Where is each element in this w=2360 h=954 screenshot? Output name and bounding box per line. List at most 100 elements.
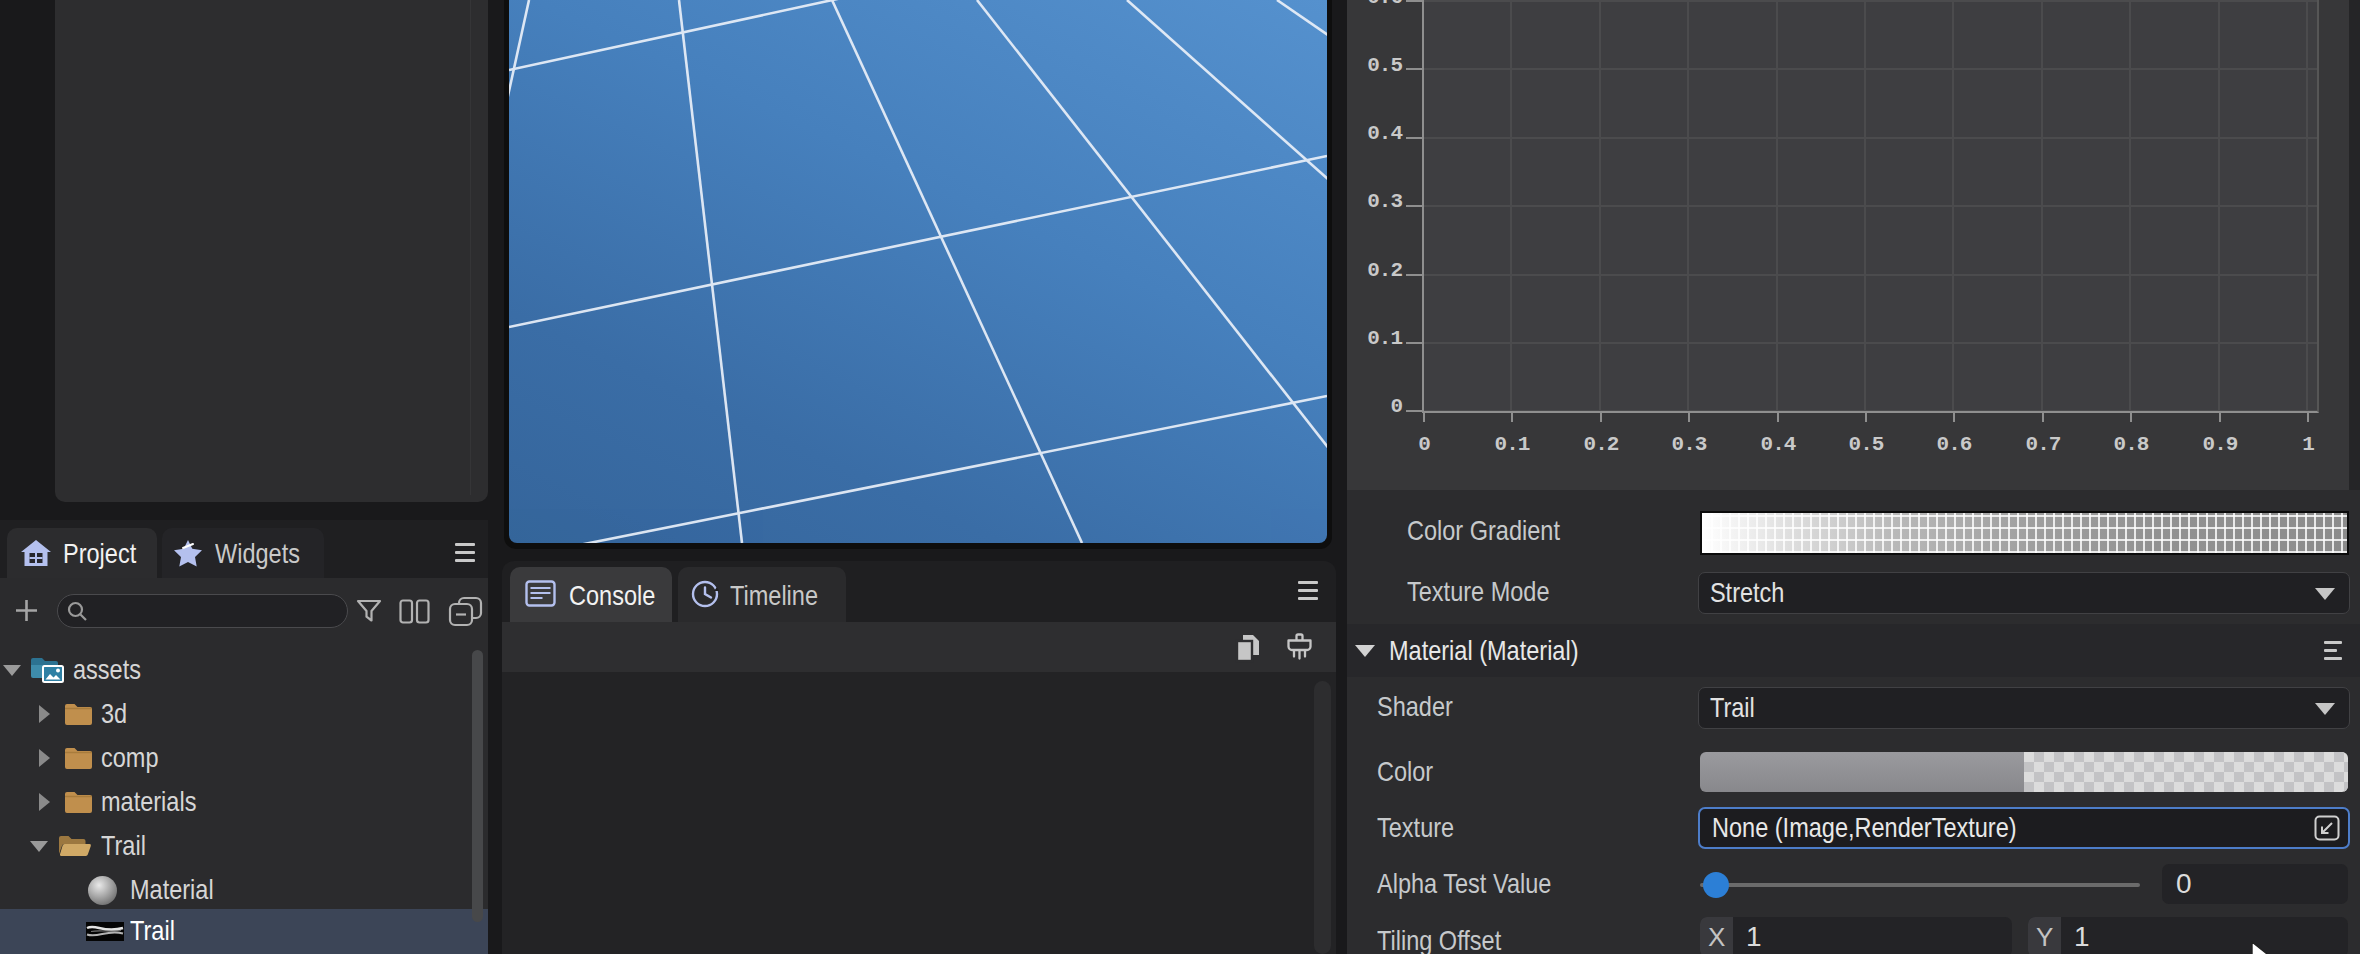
tree-item-material[interactable]: Material: [0, 868, 488, 912]
y-axis-ticks: [1406, 0, 1422, 412]
assets-scrollbar[interactable]: [472, 650, 483, 922]
tiling-x-value: 1: [1746, 917, 1762, 954]
tiling-x-prefix: X: [1700, 917, 1733, 954]
y-tick-label: 0.2: [1347, 260, 1402, 281]
folder-icon: [64, 790, 93, 813]
x-tick-label: 0.4: [1748, 434, 1808, 455]
mouse-cursor: [2250, 941, 2274, 954]
console-menu-icon[interactable]: [1298, 581, 1318, 600]
x-axis-ticks: [1423, 413, 2317, 422]
tree-item-trail-selected[interactable]: Trail: [0, 909, 488, 954]
add-asset-button[interactable]: [15, 599, 38, 622]
x-tick-label: 0.2: [1571, 434, 1631, 455]
shader-label: Shader: [1377, 693, 1453, 721]
console-panel: Console Timeline: [502, 561, 1336, 954]
alpha-slider-knob[interactable]: [1703, 872, 1729, 898]
scene-view[interactable]: [504, 0, 1332, 549]
tab-project-label: Project: [63, 540, 136, 568]
collapse-arrow-icon[interactable]: [39, 749, 50, 767]
tree-item-label: Trail: [101, 824, 146, 868]
texture-mode-label: Texture Mode: [1407, 578, 1549, 606]
star-icon: [173, 539, 203, 568]
collapse-assets-icon[interactable]: [448, 596, 483, 627]
tree-item-label: 3d: [101, 692, 127, 736]
tree-item-label: comp: [101, 736, 159, 780]
color-gradient-preview[interactable]: [1700, 511, 2349, 555]
console-toolbar: [502, 622, 1336, 672]
x-tick-label: 0.3: [1659, 434, 1719, 455]
tree-item-label: Material: [130, 868, 214, 912]
material-section-header[interactable]: Material (Material): [1347, 624, 2360, 677]
x-tick-label: 0: [1394, 434, 1454, 455]
folder-open-icon: [58, 834, 92, 857]
color-gradient-label: Color Gradient: [1407, 517, 1560, 545]
tree-item-3d[interactable]: 3d: [0, 692, 488, 736]
tab-timeline-label: Timeline: [730, 582, 818, 610]
curve-plot-area[interactable]: [1422, 0, 2319, 413]
x-tick-label: 0.8: [2101, 434, 2161, 455]
clear-log-icon[interactable]: [1284, 632, 1315, 662]
console-log-area[interactable]: [502, 672, 1336, 954]
texture-reference-input[interactable]: None (Image,RenderTexture): [1698, 807, 2350, 849]
x-tick-label: 0.5: [1836, 434, 1896, 455]
tiling-x-input[interactable]: X 1: [1700, 917, 2012, 954]
search-icon: [67, 601, 88, 622]
tab-console[interactable]: Console: [510, 567, 672, 622]
tree-item-label: assets: [73, 648, 141, 692]
texture-value: None (Image,RenderTexture): [1712, 809, 2017, 847]
texture-mode-select[interactable]: Stretch: [1698, 572, 2350, 614]
alpha-slider-track[interactable]: [1700, 883, 2140, 887]
chevron-down-icon: [2315, 588, 2335, 600]
curve-editor[interactable]: 0.6 0.5 0.4 0.3 0.2 0.1 0 0 0.1 0.2 0.3 …: [1347, 0, 2349, 490]
chevron-down-icon: [2315, 703, 2335, 715]
history-clock-icon: [690, 579, 720, 609]
search-input[interactable]: [57, 594, 348, 628]
color-swatch-bar[interactable]: [1700, 752, 2348, 792]
texture-mode-value: Stretch: [1699, 573, 1784, 613]
tree-item-materials[interactable]: materials: [0, 780, 488, 824]
expand-arrow-icon[interactable]: [30, 841, 48, 852]
color-solid-half: [1700, 752, 2024, 792]
scene-grid: [509, 0, 1327, 543]
console-icon: [525, 580, 556, 607]
hierarchy-panel-scroll-line: [470, 0, 471, 495]
y-tick-label: 0.3: [1347, 191, 1402, 212]
split-columns-icon[interactable]: [399, 599, 430, 624]
filter-icon[interactable]: [356, 599, 382, 624]
material-menu-icon[interactable]: [2324, 641, 2342, 660]
tab-widgets-label: Widgets: [215, 540, 300, 568]
x-tick-label: 0.1: [1482, 434, 1542, 455]
inspector-right-gutter: [2349, 0, 2360, 490]
tree-item-assets[interactable]: assets: [0, 648, 488, 692]
y-tick-label: 0.4: [1347, 123, 1402, 144]
x-tick-label: 1: [2278, 434, 2338, 455]
texture-picker-icon[interactable]: [2314, 815, 2340, 841]
material-section-title: Material (Material): [1389, 637, 1579, 665]
tab-console-label: Console: [569, 582, 655, 610]
texture-label: Texture: [1377, 814, 1454, 842]
tab-widgets[interactable]: Widgets: [162, 528, 324, 578]
copy-log-icon[interactable]: [1234, 633, 1262, 663]
console-scrollbar[interactable]: [1314, 681, 1331, 954]
assets-panel-menu-icon[interactable]: [455, 543, 475, 562]
shader-select[interactable]: Trail: [1698, 687, 2350, 729]
alpha-value-input[interactable]: 0: [2162, 864, 2348, 904]
color-label: Color: [1377, 758, 1433, 786]
tiling-offset-label: Tiling Offset: [1377, 927, 1501, 954]
y-tick-label: 0: [1347, 396, 1402, 417]
tiling-y-input[interactable]: Y 1: [2028, 917, 2348, 954]
tree-item-label: Trail: [130, 909, 175, 953]
material-sphere-icon: [87, 875, 118, 906]
tab-project[interactable]: Project: [7, 528, 157, 578]
tiling-y-prefix: Y: [2028, 917, 2061, 954]
tree-item-trail-folder[interactable]: Trail: [0, 824, 488, 868]
section-expand-arrow-icon[interactable]: [1355, 645, 1375, 657]
collapse-arrow-icon[interactable]: [39, 793, 50, 811]
tab-timeline[interactable]: Timeline: [678, 567, 846, 622]
collapse-arrow-icon[interactable]: [39, 705, 50, 723]
expand-arrow-icon[interactable]: [3, 665, 21, 676]
tree-item-comp[interactable]: comp: [0, 736, 488, 780]
home-icon: [20, 539, 52, 567]
folder-icon: [64, 746, 93, 769]
tiling-y-prefix-label: Y: [2036, 917, 2053, 954]
